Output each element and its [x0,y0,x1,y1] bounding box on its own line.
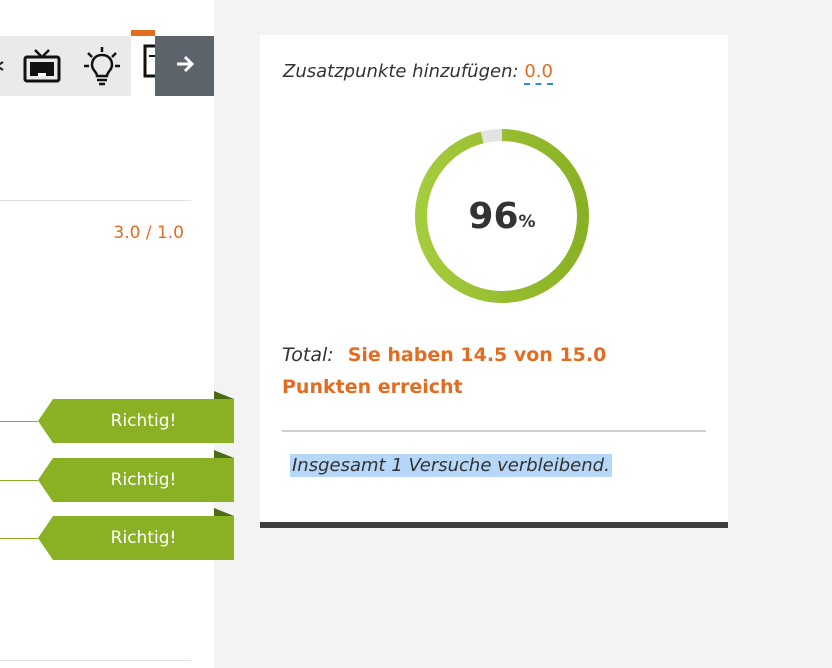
result-label: Richtig! [110,411,177,431]
score-ratio: 3.0 / 1.0 [113,223,184,243]
gauge-unit: % [518,212,536,232]
divider [0,200,191,201]
answer-line [0,480,38,481]
left-panel: 3.0 / 1.0 Richtig! Richtig! Richtig! [0,0,234,668]
toolbar [0,30,214,96]
gauge-label: 96 % [412,126,592,306]
lightbulb-icon[interactable] [80,44,124,88]
gauge-percent: 96 [468,195,519,237]
answer-line [0,421,38,422]
extra-points-value[interactable]: 0.0 [524,61,553,85]
result-card: Zusatzpunkte hinzufügen: 0.0 96 % Total:… [260,35,728,528]
attempts-remaining: Insgesamt 1 Versuche verbleibend. [290,454,612,477]
result-label: Richtig! [110,470,177,490]
answer-line [0,538,38,539]
chevron-left-icon[interactable] [0,44,22,88]
extra-points-label: Zusatzpunkte hinzufügen: [283,61,519,82]
divider [282,430,706,432]
total-block: Total: Sie haben 14.5 von 15.0 Punkten e… [282,339,702,403]
divider [0,660,191,661]
tab-document[interactable] [131,30,163,96]
total-label: Total: [282,344,334,366]
result-badge: Richtig! [38,450,234,502]
score-gauge: 96 % [412,126,592,306]
result-badge: Richtig! [38,508,234,560]
tv-icon[interactable] [20,44,64,88]
extra-points-row: Zusatzpunkte hinzufügen: 0.0 [283,61,553,85]
result-badge: Richtig! [38,391,234,443]
arrow-right-icon [175,55,195,77]
result-label: Richtig! [110,528,177,548]
next-button[interactable] [155,36,214,96]
